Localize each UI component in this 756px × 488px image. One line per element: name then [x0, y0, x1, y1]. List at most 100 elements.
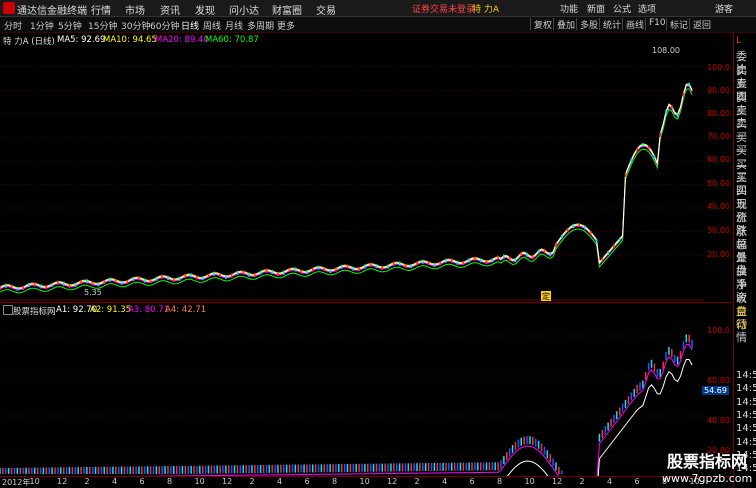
- sidebar-tick-time: 14:56: [736, 383, 756, 395]
- candle: [167, 275, 169, 280]
- period-toolbar: 分时 1分钟 5分钟 15分钟 30分钟 60分钟 日线 周线 月线 多周期 更…: [0, 17, 756, 33]
- candle: [526, 252, 528, 257]
- tool-adjust[interactable]: 复权: [530, 18, 552, 31]
- menu-wealth-circle[interactable]: 财富圈: [272, 2, 302, 17]
- candle: [172, 277, 175, 282]
- menu-function[interactable]: 功能: [560, 2, 578, 15]
- candle: [219, 272, 221, 277]
- candle: [271, 269, 274, 274]
- trade-login-warning[interactable]: 证券交易未登录: [412, 2, 475, 15]
- menu-market-quotes[interactable]: 行情: [91, 2, 111, 17]
- tab-monthly[interactable]: 月线: [225, 19, 243, 32]
- menu-market[interactable]: 市场: [125, 2, 145, 17]
- tool-overlay[interactable]: 叠加: [553, 18, 575, 31]
- menu-ask[interactable]: 问小达: [229, 2, 259, 17]
- event-marker-label: 定: [542, 291, 550, 301]
- a4-line: [506, 358, 693, 476]
- candle: [456, 260, 459, 265]
- candle: [433, 262, 436, 267]
- price-tick: 60.00: [707, 155, 730, 164]
- date-tick: 8: [332, 477, 338, 486]
- candle: [68, 283, 71, 288]
- ind-tick: 60.00: [707, 376, 730, 385]
- menu-trade[interactable]: 交易: [316, 2, 336, 17]
- ma60-line: [0, 88, 693, 294]
- tab-more[interactable]: 更多: [277, 19, 295, 32]
- tab-15min[interactable]: 15分钟: [88, 19, 117, 32]
- tool-multi-stock[interactable]: 多股: [576, 18, 598, 31]
- candle: [138, 276, 140, 281]
- indicator-chart[interactable]: [0, 316, 704, 476]
- tab-60min[interactable]: 60分钟: [150, 19, 179, 32]
- candle: [80, 279, 82, 284]
- candle: [503, 254, 505, 259]
- menu-news[interactable]: 资讯: [160, 2, 180, 17]
- tool-statistics[interactable]: 统计: [599, 18, 621, 31]
- candle: [578, 223, 580, 228]
- sidebar-tick-time: 14:56: [736, 409, 756, 421]
- candle: [16, 286, 19, 291]
- high-annotation: 108.00: [652, 46, 680, 55]
- candle: [595, 238, 598, 243]
- sidebar-item[interactable]: 行情: [736, 318, 756, 344]
- indicator-toggle-icon[interactable]: [3, 305, 13, 315]
- menu-formula[interactable]: 公式: [613, 2, 631, 15]
- candle: [33, 282, 36, 287]
- candle: [381, 265, 384, 270]
- candle: [120, 280, 123, 285]
- candle: [618, 237, 621, 242]
- ma60-label: MA60: 70.87: [205, 35, 259, 45]
- date-tick: 2: [249, 477, 255, 486]
- candle: [474, 256, 476, 261]
- candle: [352, 266, 355, 271]
- candle: [51, 282, 53, 287]
- tab-5min[interactable]: 5分钟: [58, 19, 82, 32]
- sidebar-level-tag[interactable]: L: [736, 35, 741, 48]
- candle: [682, 92, 685, 97]
- current-value-badge: 54.69: [702, 386, 729, 395]
- candle: [45, 285, 48, 290]
- price-tick: 20.00: [707, 250, 730, 259]
- menu-options[interactable]: 选项: [638, 2, 656, 15]
- tool-f10[interactable]: F10: [645, 18, 666, 30]
- tool-back[interactable]: 返回: [689, 18, 711, 31]
- candle: [132, 276, 135, 281]
- tool-draw[interactable]: 画线: [622, 18, 644, 31]
- candle: [254, 273, 256, 278]
- indicator-a2: A2: 91.35: [90, 305, 132, 315]
- candle: [358, 267, 360, 272]
- candle: [572, 224, 575, 229]
- guest-user[interactable]: 游客: [715, 2, 733, 15]
- tab-30min[interactable]: 30分钟: [121, 19, 150, 32]
- date-tick: 12: [552, 477, 563, 486]
- date-tick: 2: [84, 477, 90, 486]
- date-tick: 6: [304, 477, 310, 486]
- candle: [445, 258, 447, 263]
- tool-mark[interactable]: 标记: [666, 18, 688, 31]
- tab-weekly[interactable]: 周线: [203, 19, 221, 32]
- candle: [636, 147, 638, 152]
- candle: [97, 282, 100, 287]
- candle: [4, 283, 7, 288]
- watermark-url: www.7gpzb.com: [662, 472, 753, 485]
- candle: [161, 274, 163, 279]
- candle: [647, 145, 650, 150]
- candlestick-chart[interactable]: 108.00 5.35 定: [0, 45, 704, 301]
- candle: [248, 272, 250, 277]
- menu-new-layout[interactable]: 新面: [587, 2, 605, 15]
- tab-1min[interactable]: 1分钟: [30, 19, 54, 32]
- date-tick: 2012年: [2, 478, 31, 487]
- date-tick: 8: [167, 477, 173, 486]
- date-tick: 12: [222, 477, 233, 486]
- date-tick: 12: [57, 477, 68, 486]
- candle: [410, 264, 413, 269]
- sidebar-tick-time: 14:56: [736, 423, 756, 435]
- watermark-logo: 股票指标网 www.7gpzb.com: [662, 448, 753, 485]
- tab-intraday[interactable]: 分时: [4, 19, 22, 32]
- menu-discover[interactable]: 发现: [195, 2, 215, 17]
- tab-daily[interactable]: 日线: [181, 19, 199, 32]
- candle: [236, 270, 239, 275]
- current-stock-name: 特 力A: [472, 5, 500, 15]
- date-tick: 4: [442, 477, 448, 486]
- tab-multi-period[interactable]: 多周期: [247, 19, 274, 32]
